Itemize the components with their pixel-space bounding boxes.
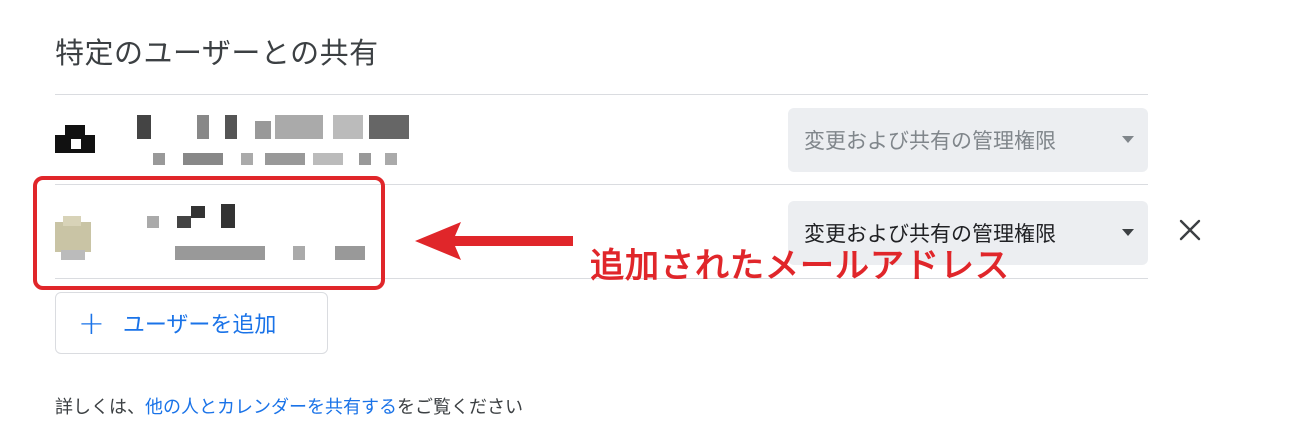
add-user-label: ユーザーを追加 xyxy=(122,313,277,338)
shared-user-row: 変更および共有の管理権限 xyxy=(55,95,1148,183)
remove-user-button[interactable] xyxy=(1170,210,1210,250)
annotation-label: 追加されたメールアドレス xyxy=(590,246,1010,286)
add-user-button[interactable]: + ユーザーを追加 xyxy=(55,292,328,354)
highlight-box xyxy=(33,176,385,290)
arrow-left-icon xyxy=(415,222,573,260)
close-icon xyxy=(1179,219,1201,241)
help-text: 詳しくは、他の人とカレンダーを共有するをご覧ください xyxy=(55,393,523,419)
permission-select-label: 変更および共有の管理権限 xyxy=(804,129,1056,153)
avatar xyxy=(55,113,95,153)
chevron-down-icon xyxy=(1122,229,1134,236)
user-email-redacted xyxy=(153,153,413,167)
section-title: 特定のユーザーとの共有 xyxy=(55,36,379,70)
permission-select[interactable]: 変更および共有の管理権限 xyxy=(788,108,1148,172)
help-suffix: をご覧ください xyxy=(397,397,523,418)
plus-icon: + xyxy=(78,304,105,342)
help-prefix: 詳しくは、 xyxy=(55,397,145,418)
chevron-down-icon xyxy=(1122,136,1134,143)
user-name-redacted xyxy=(137,111,437,141)
help-link[interactable]: 他の人とカレンダーを共有する xyxy=(145,397,397,418)
